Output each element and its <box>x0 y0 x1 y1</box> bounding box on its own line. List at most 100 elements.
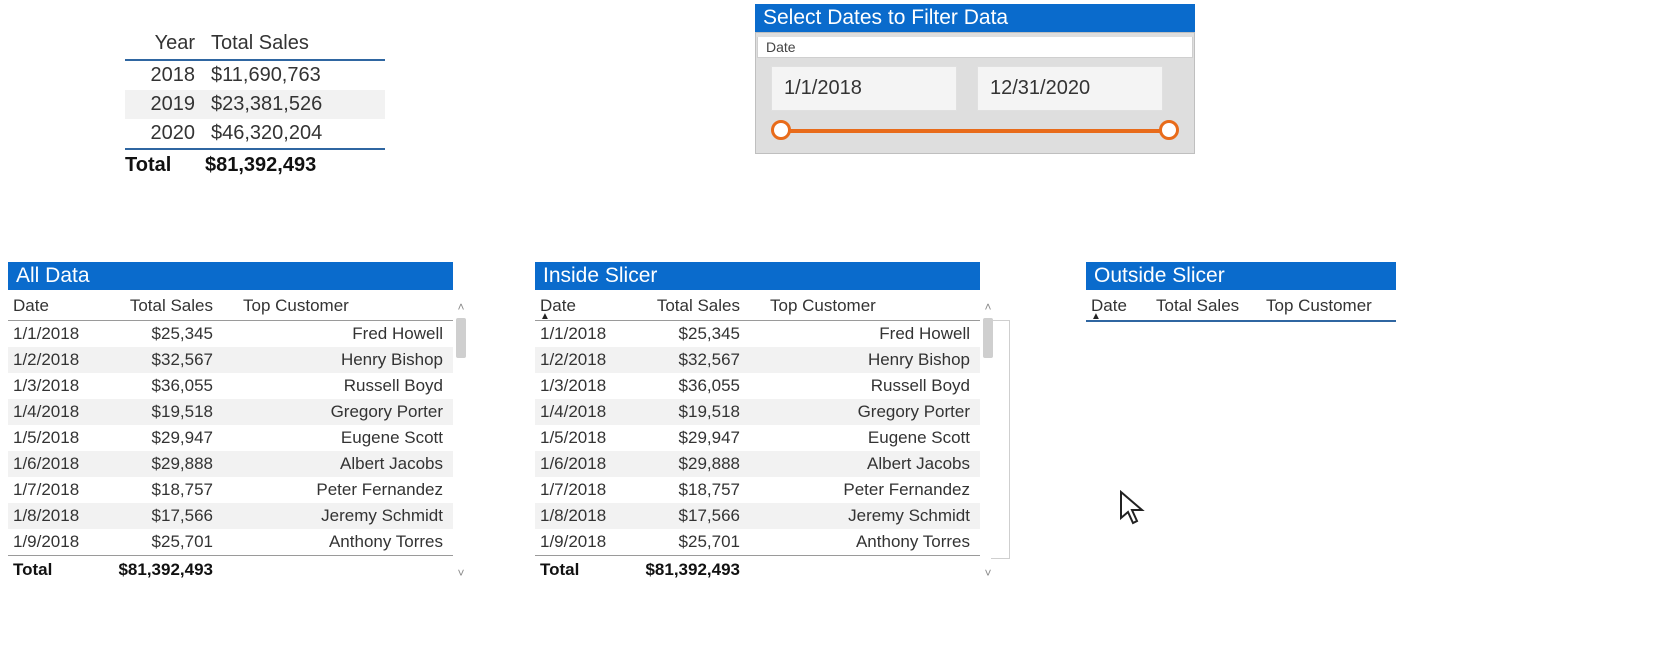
table-row[interactable]: 1/6/2018$29,888Albert Jacobs <box>8 451 453 477</box>
table-row[interactable]: 1/5/2018$29,947Eugene Scott <box>8 425 453 451</box>
summary-total-row: Total $81,392,493 <box>125 150 385 181</box>
table-row[interactable]: 1/7/2018$18,757Peter Fernandez <box>8 477 453 503</box>
date-slicer-title: Select Dates to Filter Data <box>755 4 1195 32</box>
cell-top-customer: Russell Boyd <box>213 376 453 396</box>
cell-top-customer: Anthony Torres <box>740 532 980 552</box>
table-row[interactable]: 1/4/2018$19,518Gregory Porter <box>535 399 980 425</box>
all-data-rows: 1/1/2018$25,345Fred Howell1/2/2018$32,56… <box>8 321 453 555</box>
summary-row[interactable]: 2020$46,320,204 <box>125 119 385 148</box>
col-total-sales: Total Sales <box>1146 296 1256 316</box>
summary-body: 2018$11,690,7632019$23,381,5262020$46,32… <box>125 59 385 150</box>
summary-cell-total-sales: $11,690,763 <box>201 64 385 87</box>
cell-date: 1/2/2018 <box>8 350 113 370</box>
sort-ascending-icon: ▲ <box>1091 311 1101 322</box>
summary-cell-year: 2020 <box>125 122 201 145</box>
table-row[interactable]: 1/8/2018$17,566Jeremy Schmidt <box>8 503 453 529</box>
summary-header-row: Year Total Sales <box>125 28 385 59</box>
cell-date: 1/3/2018 <box>535 376 640 396</box>
date-slicer-field-label: Date <box>757 37 1193 58</box>
col-total-sales: Total Sales <box>113 296 213 316</box>
summary-row[interactable]: 2018$11,690,763 <box>125 61 385 90</box>
table-row[interactable]: 1/2/2018$32,567Henry Bishop <box>535 347 980 373</box>
cell-date: 1/6/2018 <box>535 454 640 474</box>
cell-date: 1/6/2018 <box>8 454 113 474</box>
cell-date: 1/3/2018 <box>8 376 113 396</box>
cell-top-customer: Henry Bishop <box>213 350 453 370</box>
col-date: Date <box>8 296 113 316</box>
cell-top-customer: Gregory Porter <box>740 402 980 422</box>
date-slider-handle-to[interactable] <box>1159 120 1179 140</box>
table-row[interactable]: 1/3/2018$36,055Russell Boyd <box>535 373 980 399</box>
inside-total-value: $81,392,493 <box>640 560 740 580</box>
table-row[interactable]: 1/3/2018$36,055Russell Boyd <box>8 373 453 399</box>
all-data-total-row: Total $81,392,493 <box>8 555 453 584</box>
summary-cell-total-sales: $46,320,204 <box>201 122 385 145</box>
table-row[interactable]: 1/9/2018$25,701Anthony Torres <box>8 529 453 555</box>
cell-total-sales: $29,888 <box>113 454 213 474</box>
mouse-cursor-icon <box>1118 490 1148 530</box>
table-row[interactable]: 1/6/2018$29,888Albert Jacobs <box>535 451 980 477</box>
inside-total-label: Total <box>535 560 640 580</box>
cell-total-sales: $25,701 <box>640 532 740 552</box>
scroll-thumb[interactable] <box>456 318 466 358</box>
table-row[interactable]: 1/5/2018$29,947Eugene Scott <box>535 425 980 451</box>
all-data-scrollbar[interactable]: ˄ ˅ <box>454 296 468 584</box>
cell-total-sales: $18,757 <box>640 480 740 500</box>
inside-slicer-card: Inside Slicer Date Total Sales Top Custo… <box>535 262 980 584</box>
table-row[interactable]: 1/9/2018$25,701Anthony Torres <box>535 529 980 555</box>
cell-top-customer: Albert Jacobs <box>740 454 980 474</box>
cell-top-customer: Henry Bishop <box>740 350 980 370</box>
cell-date: 1/7/2018 <box>535 480 640 500</box>
date-to-input[interactable]: 12/31/2020 <box>977 66 1163 111</box>
scroll-down-icon[interactable]: ˅ <box>457 566 464 580</box>
table-row[interactable]: 1/8/2018$17,566Jeremy Schmidt <box>535 503 980 529</box>
summary-cell-year: 2018 <box>125 64 201 87</box>
cell-date: 1/4/2018 <box>535 402 640 422</box>
inside-header-row[interactable]: Date Total Sales Top Customer ▲ <box>535 290 980 321</box>
cell-total-sales: $17,566 <box>640 506 740 526</box>
cell-total-sales: $32,567 <box>640 350 740 370</box>
all-data-header-row[interactable]: Date Total Sales Top Customer <box>8 290 453 321</box>
cell-date: 1/2/2018 <box>535 350 640 370</box>
outside-slicer-card: Outside Slicer Date Total Sales Top Cust… <box>1086 262 1396 322</box>
scroll-down-icon[interactable]: ˅ <box>984 566 991 580</box>
scroll-up-icon[interactable]: ˄ <box>984 300 991 314</box>
table-row[interactable]: 1/1/2018$25,345Fred Howell <box>8 321 453 347</box>
cell-total-sales: $29,888 <box>640 454 740 474</box>
summary-row[interactable]: 2019$23,381,526 <box>125 90 385 119</box>
date-slider-handle-from[interactable] <box>771 120 791 140</box>
cell-top-customer: Jeremy Schmidt <box>740 506 980 526</box>
table-row[interactable]: 1/2/2018$32,567Henry Bishop <box>8 347 453 373</box>
col-top-customer: Top Customer <box>740 296 980 316</box>
date-slider-track[interactable] <box>781 129 1169 133</box>
date-from-input[interactable]: 1/1/2018 <box>771 66 957 111</box>
cell-date: 1/4/2018 <box>8 402 113 422</box>
cell-top-customer: Anthony Torres <box>213 532 453 552</box>
table-row[interactable]: 1/4/2018$19,518Gregory Porter <box>8 399 453 425</box>
visual-focus-border <box>991 320 1010 559</box>
summary-total-label: Total <box>125 154 195 177</box>
cell-date: 1/9/2018 <box>535 532 640 552</box>
cell-top-customer: Eugene Scott <box>213 428 453 448</box>
inside-rows: 1/1/2018$25,345Fred Howell1/2/2018$32,56… <box>535 321 980 555</box>
cell-date: 1/8/2018 <box>8 506 113 526</box>
cell-date: 1/8/2018 <box>535 506 640 526</box>
table-row[interactable]: 1/1/2018$25,345Fred Howell <box>535 321 980 347</box>
col-total-sales: Total Sales <box>640 296 740 316</box>
cell-total-sales: $29,947 <box>640 428 740 448</box>
date-slicer: Select Dates to Filter Data Date 1/1/201… <box>755 4 1195 154</box>
scroll-up-icon[interactable]: ˄ <box>457 300 464 314</box>
cell-date: 1/5/2018 <box>535 428 640 448</box>
cell-date: 1/1/2018 <box>8 324 113 344</box>
cell-total-sales: $19,518 <box>113 402 213 422</box>
cell-total-sales: $19,518 <box>640 402 740 422</box>
cell-top-customer: Fred Howell <box>740 324 980 344</box>
cell-total-sales: $32,567 <box>113 350 213 370</box>
col-top-customer: Top Customer <box>1256 296 1396 316</box>
cell-date: 1/7/2018 <box>8 480 113 500</box>
inside-slicer-title: Inside Slicer <box>535 262 980 290</box>
table-row[interactable]: 1/7/2018$18,757Peter Fernandez <box>535 477 980 503</box>
year-total-sales-summary: Year Total Sales 2018$11,690,7632019$23,… <box>125 28 385 181</box>
outside-header-row[interactable]: Date Total Sales Top Customer ▲ <box>1086 290 1396 322</box>
summary-total-value: $81,392,493 <box>195 154 385 177</box>
